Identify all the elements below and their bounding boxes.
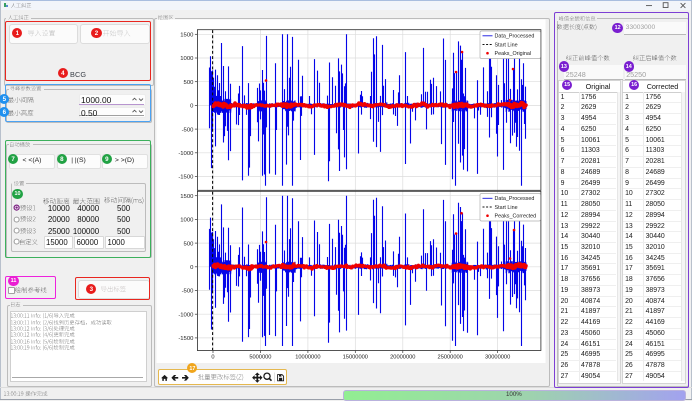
svg-text:-500: -500 xyxy=(182,127,195,133)
svg-text:1500: 1500 xyxy=(180,194,194,200)
svg-text:Peaks_Original: Peaks_Original xyxy=(495,51,532,57)
svg-text:-500: -500 xyxy=(182,289,195,295)
svg-text:-1000: -1000 xyxy=(178,151,194,157)
svg-text:0: 0 xyxy=(211,355,214,361)
svg-text:-1500: -1500 xyxy=(178,175,194,181)
svg-text:500: 500 xyxy=(184,241,195,247)
svg-text:1000: 1000 xyxy=(180,56,194,62)
svg-text:5000000: 5000000 xyxy=(249,355,271,361)
svg-text:30000000: 30000000 xyxy=(485,355,510,361)
svg-text:Data_Processed: Data_Processed xyxy=(495,196,535,202)
svg-text:Start Line: Start Line xyxy=(495,205,518,211)
svg-text:1500: 1500 xyxy=(180,33,194,39)
svg-text:-1000: -1000 xyxy=(178,312,194,318)
svg-text:Data_Processed: Data_Processed xyxy=(495,34,535,40)
svg-text:1000: 1000 xyxy=(180,218,194,224)
svg-text:Start Line: Start Line xyxy=(495,42,518,48)
svg-text:20000000: 20000000 xyxy=(390,355,415,361)
svg-text:500: 500 xyxy=(184,80,195,86)
svg-text:15000000: 15000000 xyxy=(343,355,368,361)
svg-text:Peaks_Corrected: Peaks_Corrected xyxy=(495,214,537,220)
svg-text:25000000: 25000000 xyxy=(438,355,463,361)
svg-text:-1500: -1500 xyxy=(178,336,194,342)
svg-text:10000000: 10000000 xyxy=(295,355,320,361)
